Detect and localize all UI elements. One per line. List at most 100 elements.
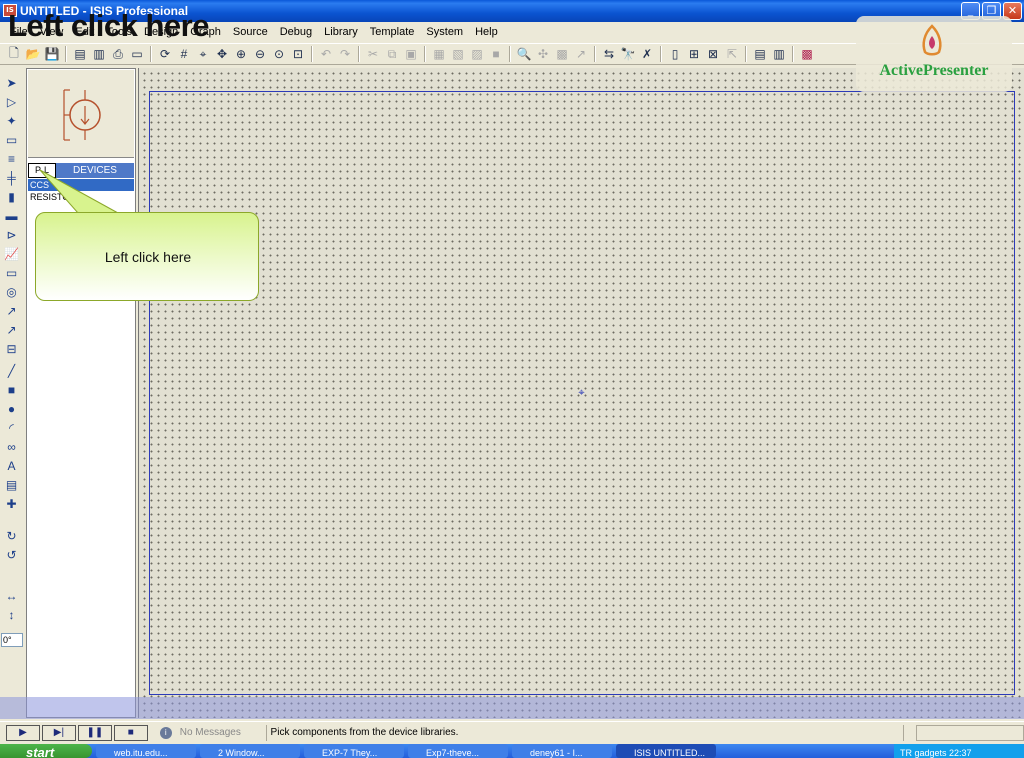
current-source-symbol [63, 89, 101, 141]
pan-icon[interactable]: ✥ [214, 46, 230, 62]
add-sheet-icon[interactable]: ⊞ [686, 46, 702, 62]
menu-template[interactable]: Template [364, 26, 421, 38]
rotate-clockwise-icon[interactable]: ↻ [3, 527, 20, 544]
toolbar-divider [792, 46, 794, 62]
zoom-out-icon[interactable]: ⊖ [252, 46, 268, 62]
status-bar: ▶ ▶| ❚❚ ■ i No Messages Pick components … [0, 721, 1024, 743]
toolbar-divider [424, 46, 426, 62]
toolbar-divider [65, 46, 67, 62]
mirror-vertical-icon[interactable]: ↕ [3, 606, 20, 623]
zoom-in-icon[interactable]: ⊕ [233, 46, 249, 62]
current-probe-icon[interactable]: ↗ [3, 321, 20, 338]
info-icon: i [159, 726, 172, 739]
graph-mode-icon[interactable]: 📈 [3, 245, 20, 262]
activepresenter-logo-mark [922, 24, 942, 56]
schematic-canvas[interactable]: ⌖ [138, 68, 1024, 718]
menu-source[interactable]: Source [227, 26, 274, 38]
line-tool-icon[interactable]: ╱ [3, 362, 20, 379]
taskbar-item[interactable]: Exp7-theve... [408, 744, 508, 758]
wire-autorouter-icon[interactable]: ⇆ [601, 46, 617, 62]
zoom-all-icon[interactable]: ⊙ [271, 46, 287, 62]
refresh-icon[interactable]: ⟳ [157, 46, 173, 62]
virtual-instruments-icon[interactable]: ⊟ [3, 340, 20, 357]
pause-button[interactable]: ❚❚ [77, 724, 112, 741]
taskbar-item[interactable]: EXP-7 They... [304, 744, 404, 758]
toolbar-divider [660, 46, 662, 62]
selection-mode-icon[interactable]: ➤ [3, 74, 20, 91]
bill-of-materials-icon[interactable]: ▤ [752, 46, 768, 62]
exit-to-parent-icon[interactable]: ⇱ [724, 46, 740, 62]
decompose-icon[interactable]: ↗ [573, 46, 589, 62]
save-icon[interactable]: 💾 [44, 46, 60, 62]
remove-sheet-icon[interactable]: ⊠ [705, 46, 721, 62]
open-folder-icon[interactable]: 📂 [25, 46, 41, 62]
marker-tool-icon[interactable]: ✚ [3, 495, 20, 512]
make-device-icon[interactable]: ✣ [535, 46, 551, 62]
rotation-angle-field[interactable]: 0° [1, 633, 23, 647]
wire-label-icon[interactable]: ▭ [3, 131, 20, 148]
redo-icon[interactable]: ↷ [337, 46, 353, 62]
copy-icon[interactable]: ⧉ [384, 46, 400, 62]
grid-icon[interactable]: # [176, 46, 192, 62]
import-section-icon[interactable]: ▤ [72, 46, 88, 62]
cut-icon[interactable]: ✂ [365, 46, 381, 62]
new-file-icon[interactable]: 🗋 [6, 46, 22, 62]
rotate-anticlockwise-icon[interactable]: ↺ [3, 546, 20, 563]
packaging-tool-icon[interactable]: ▩ [554, 46, 570, 62]
pick-device-icon[interactable]: 🔍 [516, 46, 532, 62]
block-delete-icon[interactable]: ■ [488, 46, 504, 62]
taskbar-item[interactable]: 2 Window... [200, 744, 300, 758]
system-tray: TR gadgets 22:37 [894, 744, 1024, 758]
block-move-icon[interactable]: ▧ [450, 46, 466, 62]
toolbar-divider [745, 46, 747, 62]
isis-window: IS UNTITLED - ISIS Professional _ ❐ ✕ Le… [0, 0, 1024, 758]
export-section-icon[interactable]: ▥ [91, 46, 107, 62]
menu-help[interactable]: Help [469, 26, 504, 38]
component-mode-icon[interactable]: ▷ [3, 93, 20, 110]
menu-library[interactable]: Library [318, 26, 364, 38]
menu-debug[interactable]: Debug [274, 26, 318, 38]
subcircuit-icon[interactable]: ▮ [3, 188, 20, 205]
step-button[interactable]: ▶| [41, 724, 76, 741]
origin-icon[interactable]: ⌖ [195, 46, 211, 62]
logo-text: ActivePresenter [879, 62, 989, 79]
tape-recorder-icon[interactable]: ▭ [3, 264, 20, 281]
stop-button[interactable]: ■ [113, 724, 148, 741]
print-icon[interactable]: ⎙ [110, 46, 126, 62]
terminals-icon[interactable]: ▬ [3, 207, 20, 224]
text-tool-icon[interactable]: A [3, 457, 20, 474]
undo-icon[interactable]: ↶ [318, 46, 334, 62]
toolbar-divider [311, 46, 313, 62]
zoom-area-icon[interactable]: ⊡ [290, 46, 306, 62]
taskbar-item[interactable]: ISIS UNTITLED... [616, 744, 716, 758]
block-rotate-icon[interactable]: ▨ [469, 46, 485, 62]
taskbar-item[interactable]: deney61 - I... [512, 744, 612, 758]
mirror-horizontal-icon[interactable]: ↔ [3, 587, 20, 604]
highlight-band [0, 697, 1024, 719]
taskbar-item[interactable]: web.itu.edu... [96, 744, 196, 758]
new-sheet-icon[interactable]: ▯ [667, 46, 683, 62]
path-tool-icon[interactable]: ∞ [3, 438, 20, 455]
text-script-icon[interactable]: ≡ [3, 150, 20, 167]
voltage-probe-icon[interactable]: ↗ [3, 302, 20, 319]
circle-tool-icon[interactable]: ● [3, 400, 20, 417]
play-button[interactable]: ▶ [6, 724, 40, 741]
device-pins-icon[interactable]: ⊳ [3, 226, 20, 243]
message-count[interactable]: No Messages [180, 727, 260, 738]
buses-icon[interactable]: ╪ [3, 169, 20, 186]
property-tool-icon[interactable]: ✗ [639, 46, 655, 62]
netlist-to-ares-icon[interactable]: ▩ [799, 46, 815, 62]
paste-icon[interactable]: ▣ [403, 46, 419, 62]
search-tag-icon[interactable]: 🔭 [620, 46, 636, 62]
menu-system[interactable]: System [420, 26, 469, 38]
symbol-tool-icon[interactable]: ▤ [3, 476, 20, 493]
generator-icon[interactable]: ◎ [3, 283, 20, 300]
arc-tool-icon[interactable]: ◜ [3, 419, 20, 436]
box-tool-icon[interactable]: ■ [3, 381, 20, 398]
tutorial-callout: Left click here [35, 212, 259, 301]
junction-dot-icon[interactable]: ✦ [3, 112, 20, 129]
start-button[interactable]: start [0, 744, 92, 758]
electrical-rule-check-icon[interactable]: ▥ [771, 46, 787, 62]
print-area-icon[interactable]: ▭ [129, 46, 145, 62]
block-copy-icon[interactable]: ▦ [431, 46, 447, 62]
